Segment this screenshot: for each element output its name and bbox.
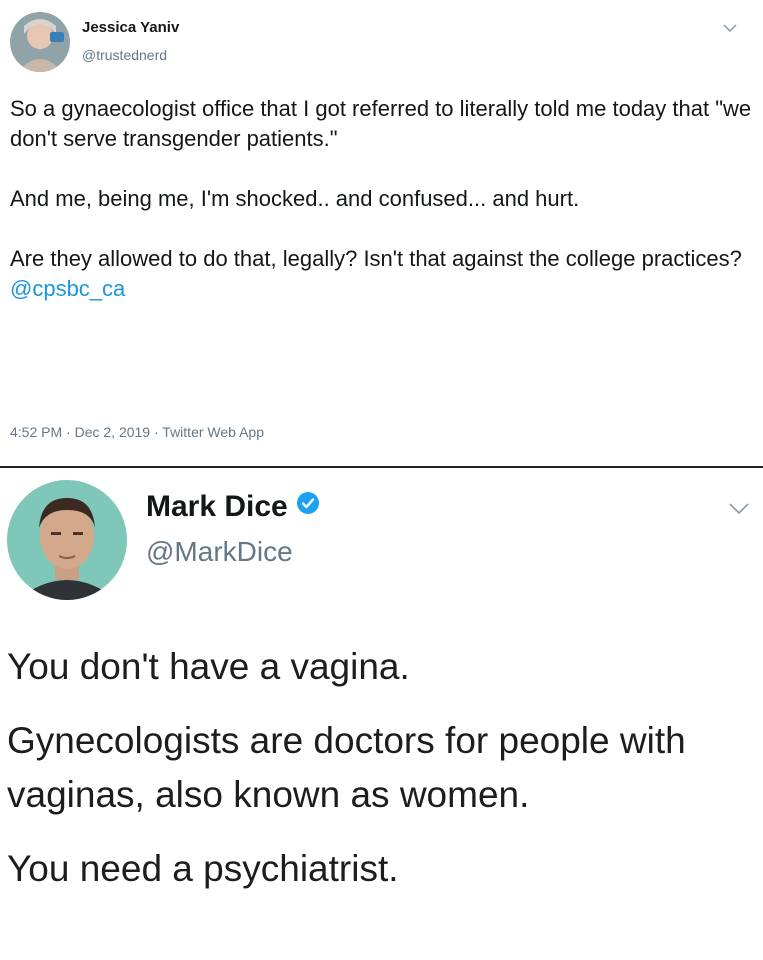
- tweet-paragraph: You don't have a vagina.: [7, 646, 410, 687]
- username[interactable]: @trustednerd: [82, 47, 167, 63]
- tweet-paragraph: Gynecologists are doctors for people wit…: [7, 720, 686, 815]
- separator: ·: [66, 424, 71, 440]
- display-name[interactable]: Jessica Yaniv: [82, 19, 179, 36]
- tweet-mark-dice: Mark Dice @MarkDice You don't have a vag…: [0, 468, 763, 960]
- chevron-down-icon[interactable]: [728, 502, 750, 521]
- tweet-paragraph: And me, being me, I'm shocked.. and conf…: [10, 186, 580, 211]
- tweet-jessica-yaniv: Jessica Yaniv @trustednerd So a gynaecol…: [0, 0, 763, 466]
- tweet-metadata: 4:52 PM · Dec 2, 2019 · Twitter Web App: [10, 424, 264, 440]
- tweet-text: So a gynaecologist office that I got ref…: [10, 94, 755, 334]
- tweet-paragraph: So a gynaecologist office that I got ref…: [10, 96, 752, 151]
- tweet-source[interactable]: Twitter Web App: [162, 424, 264, 440]
- verified-badge-icon: [296, 489, 320, 523]
- tweet-date[interactable]: Dec 2, 2019: [75, 424, 151, 440]
- display-name-text: Mark Dice: [146, 490, 288, 523]
- tweet-paragraph-text: Are they allowed to do that, legally? Is…: [10, 246, 742, 271]
- profile-photo-icon: [10, 12, 70, 72]
- profile-photo-icon: [7, 480, 127, 600]
- separator: ·: [153, 424, 159, 440]
- tweet-text: You don't have a vagina. Gynecologists a…: [7, 640, 759, 916]
- avatar[interactable]: [10, 12, 70, 72]
- tweet-paragraph: You need a psychiatrist.: [7, 848, 399, 889]
- chevron-down-icon[interactable]: [722, 20, 738, 38]
- tweet-paragraph: Are they allowed to do that, legally? Is…: [10, 244, 755, 304]
- avatar[interactable]: [7, 480, 127, 600]
- tweet-time[interactable]: 4:52 PM: [10, 424, 62, 440]
- mention-link[interactable]: @cpsbc_ca: [10, 276, 125, 301]
- username[interactable]: @MarkDice: [146, 536, 293, 568]
- display-name[interactable]: Mark Dice: [146, 490, 320, 524]
